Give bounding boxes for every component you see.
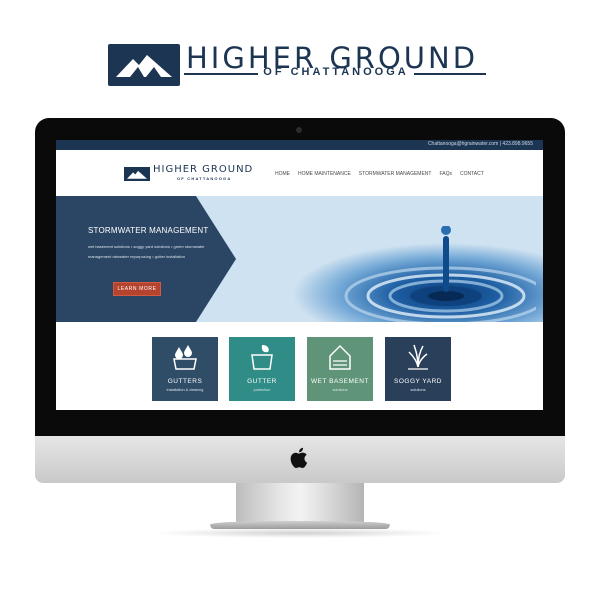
showcase-canvas: HIGHER GROUND OF CHATTANOOGA Chattanooga… — [0, 0, 600, 600]
apple-logo-icon — [290, 447, 308, 468]
tile-gutters[interactable]: GUTTERS installation & cleaning — [152, 337, 218, 401]
site-topbar: Chattanooga@hgrainwater.com | 423.898.96… — [56, 140, 543, 150]
tile-subtitle: protection — [253, 388, 271, 392]
brand-rule-right — [414, 73, 486, 75]
brand-logo: HIGHER GROUND — [108, 41, 488, 86]
tile-soggy-yard[interactable]: SOGGY YARD solutions — [385, 337, 451, 401]
hero-description: wet basement solutions • soggy yard solu… — [88, 244, 205, 259]
hero-banner: STORMWATER MANAGEMENT wet basement solut… — [56, 196, 543, 322]
tile-title: GUTTERS — [167, 378, 203, 385]
tile-gutter-protection[interactable]: GUTTER protection — [229, 337, 295, 401]
grass-icon — [408, 344, 428, 370]
water-drops-icon — [173, 345, 197, 370]
contact-info[interactable]: Chattanooga@hgrainwater.com | 423.898.96… — [428, 141, 533, 147]
leaf-gutter-icon — [251, 345, 273, 370]
monitor-bezel: Chattanooga@hgrainwater.com | 423.898.96… — [35, 118, 565, 436]
site-header: HIGHER GROUND OF CHATTANOOGA HOME HOME M… — [56, 150, 543, 188]
nav-home-maintenance[interactable]: HOME MAINTENANCE — [298, 171, 351, 177]
tile-title: WET BASEMENT — [311, 378, 369, 385]
brand-subtitle: OF CHATTANOOGA — [263, 66, 409, 78]
monitor-chin — [35, 436, 565, 483]
house-icon — [329, 344, 351, 370]
brand-rule-left — [184, 73, 258, 75]
learn-more-button[interactable]: LEARN MORE — [113, 282, 161, 296]
mountain-icon — [108, 44, 180, 86]
monitor-stand — [236, 483, 364, 523]
site-logo-title[interactable]: HIGHER GROUND — [153, 164, 253, 175]
nav-stormwater-management[interactable]: STORMWATER MANAGEMENT — [359, 171, 432, 177]
monitor-shadow — [150, 528, 450, 538]
camera-icon — [296, 127, 302, 133]
site-nav: HOME HOME MAINTENANCE STORMWATER MANAGEM… — [275, 171, 484, 177]
water-drop-image — [344, 226, 536, 322]
site-logo-icon[interactable] — [124, 167, 150, 181]
tile-title: GUTTER — [247, 378, 277, 385]
tile-subtitle: solutions — [332, 388, 348, 392]
monitor-screen: Chattanooga@hgrainwater.com | 423.898.96… — [56, 140, 543, 410]
tile-subtitle: solutions — [410, 388, 426, 392]
nav-contact[interactable]: CONTACT — [460, 171, 484, 177]
nav-home[interactable]: HOME — [275, 171, 290, 177]
site-logo-subtitle: OF CHATTANOOGA — [177, 176, 232, 181]
tile-title: SOGGY YARD — [394, 378, 442, 385]
service-tiles: GUTTERS installation & cleaning GUTTER p… — [152, 337, 452, 401]
tile-wet-basement[interactable]: WET BASEMENT solutions — [307, 337, 373, 401]
nav-faqs[interactable]: FAQs — [439, 171, 452, 177]
hero-title: STORMWATER MANAGEMENT — [88, 226, 209, 235]
tile-subtitle: installation & cleaning — [166, 388, 204, 392]
